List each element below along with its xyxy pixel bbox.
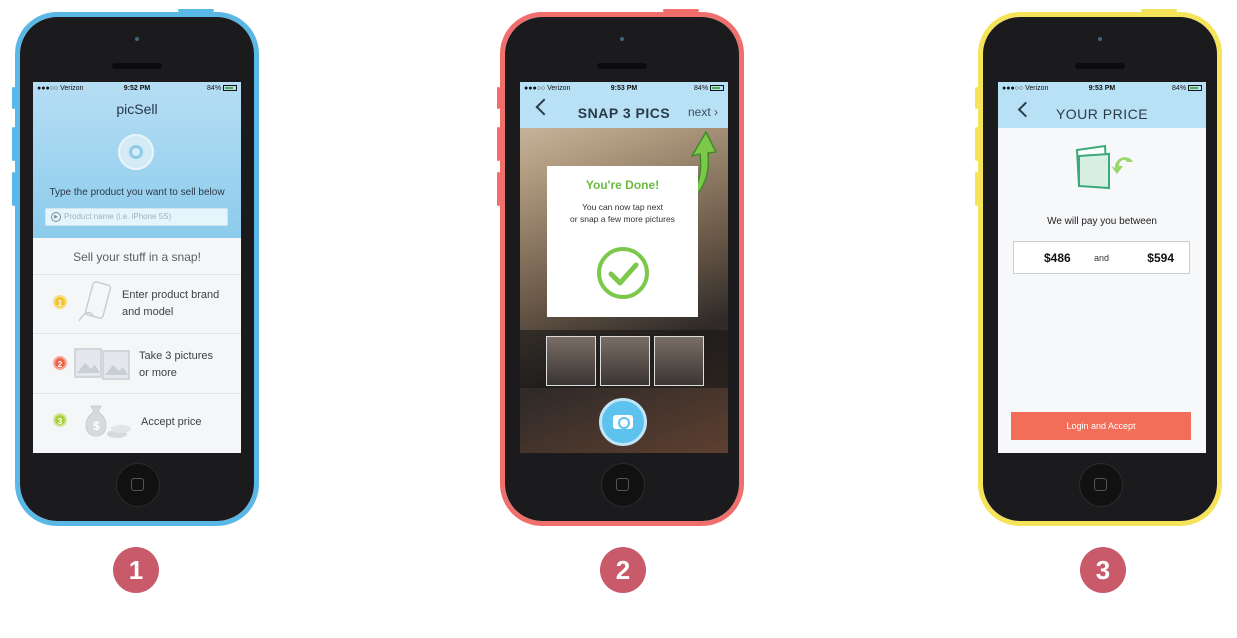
- home-button[interactable]: [116, 463, 160, 507]
- thumbnail-strip: [520, 330, 728, 388]
- step-label: Enter product brand: [122, 289, 220, 301]
- earpiece: [1075, 63, 1125, 69]
- step-number-badge: 1: [53, 295, 67, 309]
- phone-hand-icon: [78, 281, 112, 322]
- earpiece: [112, 63, 162, 69]
- steps-panel: Sell your stuff in a snap! 1 Enter produ…: [33, 238, 241, 453]
- done-message-line1: You can now tap next: [582, 202, 663, 212]
- photo-thumbnail[interactable]: [546, 336, 596, 386]
- step-badge-2: 2: [600, 547, 646, 593]
- phone-mockup-2: ●●●○○ Verizon 9:53 PM 84% SNAP 3 PICS ne…: [497, 9, 744, 526]
- home-button[interactable]: [1079, 463, 1123, 507]
- clock: 9:53 PM: [1088, 84, 1116, 92]
- battery-icon: [1188, 84, 1202, 91]
- prompt-text: Type the product you want to sell below: [49, 187, 225, 198]
- camera-lens: [1098, 37, 1102, 41]
- step-number-badge: 2: [53, 356, 67, 370]
- step-take-pictures: 2 Take 3 pictures or more: [33, 334, 241, 392]
- step-label: Take 3 pictures: [139, 350, 213, 362]
- status-bar: ●●●○○ Verizon 9:52 PM 84%: [33, 82, 241, 94]
- product-search-input[interactable]: ▶ Product name (i.e. iPhone 5S): [45, 208, 228, 226]
- pay-text: We will pay you between: [1047, 216, 1157, 227]
- step-label: Accept price: [141, 416, 202, 428]
- phone-mockup-3: ●●●○○ Verizon 9:53 PM 84% YOUR PRICE We …: [975, 9, 1222, 526]
- photos-icon: [74, 348, 130, 380]
- photo-thumbnail[interactable]: [654, 336, 704, 386]
- status-bar: ●●●○○ Verizon 9:53 PM 84%: [998, 82, 1206, 94]
- clock: 9:53 PM: [610, 84, 638, 92]
- status-bar: ●●●○○ Verizon 9:53 PM 84%: [520, 82, 728, 94]
- battery-icon: [223, 84, 237, 91]
- camera-lens: [620, 37, 624, 41]
- earpiece: [597, 63, 647, 69]
- step-badge-3: 3: [1080, 547, 1126, 593]
- step-number-badge: 3: [53, 413, 67, 427]
- camera-shutter-button[interactable]: [599, 398, 647, 446]
- login-accept-button[interactable]: Login and Accept: [1011, 412, 1191, 440]
- picsell-logo-icon: [118, 134, 154, 170]
- step-label: and model: [122, 306, 174, 318]
- svg-text:$: $: [93, 419, 100, 433]
- next-label: next: [687, 105, 711, 119]
- step-badge-1: 1: [113, 547, 159, 593]
- checkmark-circle-icon: [597, 247, 649, 299]
- battery-icon: [710, 84, 724, 91]
- done-dialog: You're Done! You can now tap next or sna…: [547, 166, 698, 317]
- page-title: YOUR PRICE: [1055, 106, 1149, 122]
- home-button[interactable]: [601, 463, 645, 507]
- money-bag-icon: $: [85, 405, 131, 438]
- step-accept-price: 3 $ Accept price: [33, 394, 241, 452]
- price-range-box: $486 and $594: [1013, 241, 1190, 274]
- screen-your-price: ●●●○○ Verizon 9:53 PM 84% YOUR PRICE We …: [998, 82, 1206, 453]
- clock: 9:52 PM: [123, 84, 151, 92]
- wallet-icon: [1075, 144, 1133, 190]
- camera-lens: [135, 37, 139, 41]
- done-message-line2: or snap a few more pictures: [570, 214, 675, 224]
- step-label: or more: [139, 367, 177, 379]
- tagline: Sell your stuff in a snap!: [73, 250, 201, 264]
- next-button[interactable]: next ›: [688, 105, 718, 119]
- screen-snap-pics: ●●●○○ Verizon 9:53 PM 84% SNAP 3 PICS ne…: [520, 82, 728, 453]
- search-placeholder: Product name (i.e. iPhone 5S): [64, 212, 172, 221]
- step-enter-product: 1 Enter product brand and model: [33, 275, 241, 333]
- play-icon: ▶: [51, 212, 61, 222]
- done-heading: You're Done!: [585, 178, 660, 192]
- screen-picsell-home: ●●●○○ Verizon 9:52 PM 84% picSell Type t…: [33, 82, 241, 453]
- price-high: $594: [1147, 251, 1174, 265]
- app-title: picSell: [116, 101, 158, 117]
- chevron-right-icon: ›: [714, 105, 718, 119]
- photo-thumbnail[interactable]: [600, 336, 650, 386]
- phone-mockup-1: ●●●○○ Verizon 9:52 PM 84% picSell Type t…: [12, 9, 259, 526]
